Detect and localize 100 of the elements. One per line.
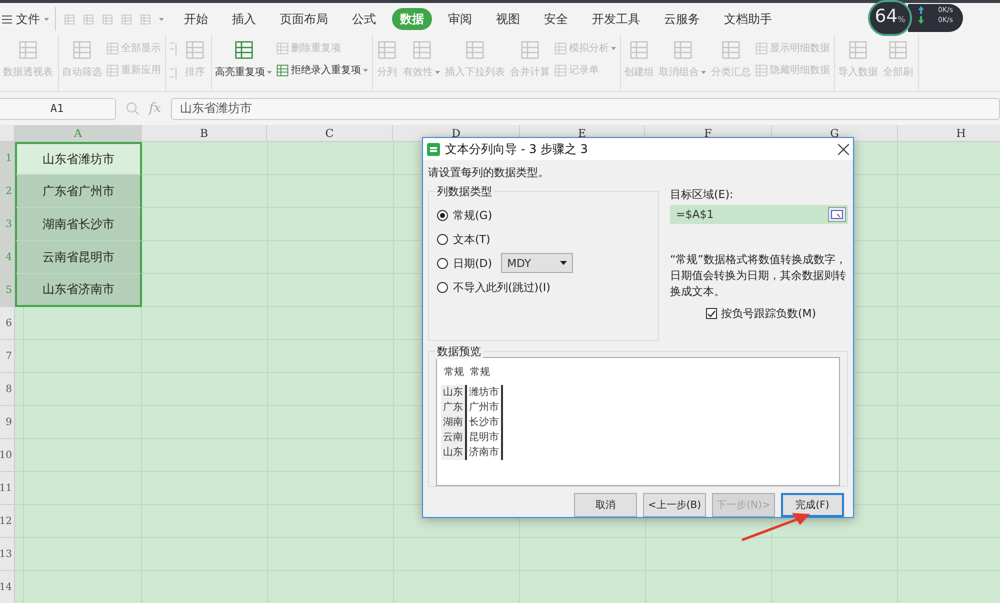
checkbox-label[interactable]: 按负号跟踪负数(M) — [721, 306, 816, 321]
row-header[interactable]: 8 — [0, 373, 15, 406]
grid-icon — [887, 40, 909, 60]
ribbon-tab[interactable]: 开发工具 — [584, 8, 648, 30]
checkbox[interactable] — [706, 308, 717, 319]
grid-icon — [410, 40, 432, 60]
ribbon-tab[interactable]: 开始 — [176, 8, 216, 30]
preview-cell: 潍坊市 — [467, 385, 503, 400]
row-header[interactable]: 13 — [0, 538, 15, 571]
radio-button[interactable] — [437, 282, 448, 292]
description-text: “常规”数据格式将数值转换成数字，日期值会转换为日期，其余数据则转换成文本。 — [670, 252, 848, 300]
preview-cell: 济南市 — [467, 445, 503, 460]
percent-unit: % — [898, 15, 906, 24]
grid-icon — [106, 64, 119, 76]
target-label: 目标区域(E): — [670, 187, 734, 202]
dialog-button[interactable]: <上一步(B) — [643, 493, 706, 517]
radio-button[interactable] — [437, 210, 448, 220]
caret-icon — [611, 46, 616, 50]
grid-icon — [17, 40, 39, 60]
grid-icon — [184, 40, 206, 60]
grid-icon — [464, 40, 486, 60]
preview-cell: 山东 — [441, 445, 467, 460]
radio-label[interactable]: 日期(D) — [453, 256, 492, 270]
grid-icon — [755, 42, 768, 54]
upload-icon — [918, 6, 924, 14]
grid-icon — [720, 40, 742, 60]
caret-icon — [363, 68, 368, 72]
table-cell: 山东省济南市 — [15, 274, 142, 307]
caret-icon — [435, 70, 440, 74]
ribbon-button[interactable]: 拒绝录入重复项 — [276, 63, 368, 77]
column-header[interactable]: C — [267, 125, 393, 142]
radio-label[interactable]: 常规(G) — [453, 208, 492, 222]
preview-cell: 昆明市 — [467, 430, 503, 445]
group-title: 数据预览 — [435, 344, 483, 359]
name-box[interactable]: A1 — [0, 98, 116, 120]
grid-icon — [755, 64, 768, 76]
instruction-text: 请设置每列的数据类型。 — [428, 165, 550, 180]
close-icon[interactable] — [838, 144, 849, 154]
caret-icon — [159, 18, 164, 20]
ribbon-tab[interactable]: 公式 — [344, 8, 384, 30]
ribbon-tab[interactable]: 插入 — [224, 8, 264, 30]
app-logo-icon — [427, 142, 440, 156]
preview-cell: 湖南 — [441, 415, 467, 430]
preview-cell: 山东 — [441, 385, 467, 400]
caret-icon — [44, 18, 49, 20]
table-cell: 湖南省长沙市 — [15, 208, 142, 241]
row-header[interactable]: 12 — [0, 505, 15, 538]
grid-icon — [847, 40, 869, 60]
usage-percent: 64 — [874, 6, 898, 27]
caret-icon — [560, 261, 568, 265]
dialog-button[interactable]: 取消 — [574, 493, 637, 517]
ribbon-button[interactable]: 高亮重复项 — [214, 37, 273, 91]
column-header[interactable]: H — [898, 125, 1000, 142]
radio-button[interactable] — [437, 234, 448, 244]
row-header[interactable]: 7 — [0, 340, 15, 373]
ribbon-tab[interactable]: 审阅 — [440, 8, 480, 30]
grid-icon — [276, 42, 289, 54]
ribbon-tab[interactable]: 云服务 — [656, 8, 708, 30]
table-cell: 山东省潍坊市 — [15, 142, 142, 175]
date-format-dropdown[interactable]: MDY — [501, 253, 574, 273]
row-header[interactable]: 9 — [0, 406, 15, 439]
preview-cell: 广州市 — [467, 400, 503, 415]
group-title: 列数据类型 — [435, 184, 494, 199]
row-header[interactable]: 11 — [0, 472, 15, 505]
radio-label[interactable]: 文本(T) — [453, 232, 490, 246]
download-icon — [918, 16, 924, 24]
grid-icon — [672, 40, 694, 60]
file-menu[interactable]: 文件 — [0, 7, 56, 31]
grid-icon — [628, 40, 650, 60]
grid-icon — [106, 42, 119, 54]
menu-icon — [2, 14, 12, 24]
range-picker-button[interactable] — [828, 207, 846, 222]
radio-label[interactable]: 不导入此列(跳过)(I) — [453, 280, 550, 294]
caret-icon — [701, 70, 706, 74]
ribbon-tab[interactable]: 页面布局 — [272, 8, 336, 30]
preview-cell: 广东 — [441, 400, 467, 415]
target-field[interactable]: =$A$1 — [670, 205, 848, 224]
preview-cell: 长沙市 — [467, 415, 503, 430]
table-cell: 广东省广州市 — [15, 175, 142, 208]
column-header[interactable]: B — [142, 125, 267, 142]
formula-field[interactable]: 山东省潍坊市 — [171, 98, 1000, 120]
grid-icon — [554, 64, 567, 76]
grid-icon — [554, 42, 567, 54]
preview-cell: 云南 — [441, 430, 467, 445]
row-header[interactable]: 10 — [0, 439, 15, 472]
dialog-title: 文本分列向导 - 3 步骤之 3 — [445, 140, 589, 158]
grid-icon — [232, 40, 254, 60]
grid-icon — [71, 40, 93, 60]
radio-button[interactable] — [437, 258, 448, 268]
row-header[interactable]: 14 — [0, 571, 15, 603]
grid-icon — [519, 40, 541, 60]
zoom-icon — [126, 102, 139, 115]
ribbon-tab[interactable]: 文档助手 — [716, 8, 780, 30]
grid-icon — [376, 40, 398, 60]
dialog-button[interactable]: 完成(F) — [781, 493, 844, 517]
ribbon-tab[interactable]: 安全 — [536, 8, 576, 30]
row-header[interactable]: 6 — [0, 307, 15, 340]
grid-icon — [276, 64, 289, 76]
caret-icon — [267, 70, 272, 74]
ribbon-tab[interactable]: 视图 — [488, 8, 528, 30]
